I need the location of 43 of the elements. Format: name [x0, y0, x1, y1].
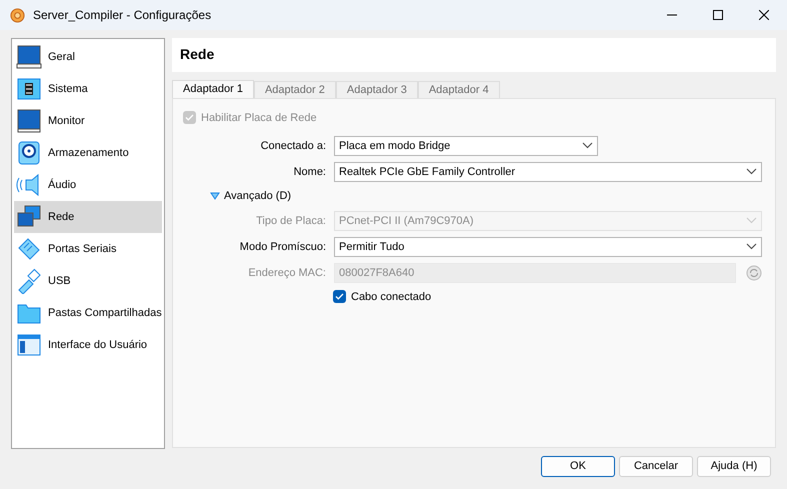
field-label: Conectado a: [260, 138, 327, 154]
chevron-down-icon [746, 168, 757, 176]
sidebar-item[interactable]: USB [14, 265, 162, 297]
sidebar-item[interactable]: Rede [14, 201, 162, 233]
usb-icon [16, 268, 42, 294]
field-label: Tipo de Placa: [255, 214, 327, 229]
checkbox-label: Cabo conectado [351, 290, 432, 305]
tab[interactable]: Adaptador 1 [172, 80, 254, 98]
sidebar-item[interactable]: Sistema [14, 73, 162, 105]
field-label: Nome: [292, 164, 327, 180]
window-title: Server_Compiler - Configurações [33, 7, 212, 24]
sidebar-item[interactable]: Áudio [14, 169, 162, 201]
dialog-button[interactable]: OK [541, 456, 615, 477]
sidebar-item[interactable]: Armazenamento [14, 137, 162, 169]
field-label: Modo Promíscuo: [238, 240, 327, 255]
dropdown[interactable]: Placa em modo Bridge [334, 136, 598, 156]
window-icon [16, 332, 42, 358]
tab[interactable]: Adaptador 2 [254, 80, 336, 98]
dialog-button[interactable]: Ajuda (H) [697, 456, 771, 477]
monitor-icon [16, 44, 42, 70]
checkbox[interactable] [333, 290, 346, 304]
chevron-down-icon [746, 243, 757, 250]
triangle-down-icon [210, 192, 220, 200]
sidebar-item[interactable]: Portas Seriais [14, 233, 162, 265]
serial-port-icon [16, 236, 42, 262]
chip-icon [16, 76, 42, 102]
dropdown[interactable]: Permitir Tudo [334, 236, 762, 257]
sidebar-item[interactable]: Interface do Usuário [14, 329, 162, 361]
sidebar-item[interactable]: Geral [14, 41, 162, 73]
section-header: Rede [172, 38, 776, 72]
dropdown[interactable]: Realtek PCIe GbE Family Controller [334, 162, 762, 182]
tab[interactable]: Adaptador 3 [336, 80, 418, 98]
tab[interactable]: Adaptador 4 [418, 80, 500, 98]
field-label: Endereço MAC: [247, 266, 327, 281]
chevron-down-icon [746, 217, 757, 224]
advanced-toggle[interactable]: Avançado (D) [210, 184, 292, 207]
dialog-button[interactable]: Cancelar [619, 456, 693, 477]
checkbox-label: Habilitar Placa de Rede [201, 110, 317, 126]
chevron-down-icon [582, 142, 593, 150]
sidebar-item[interactable]: Monitor [14, 105, 162, 137]
refresh-icon[interactable] [746, 264, 762, 281]
sidebar-item[interactable]: Pastas Compartilhadas [14, 297, 162, 329]
monitor-icon [16, 108, 42, 134]
